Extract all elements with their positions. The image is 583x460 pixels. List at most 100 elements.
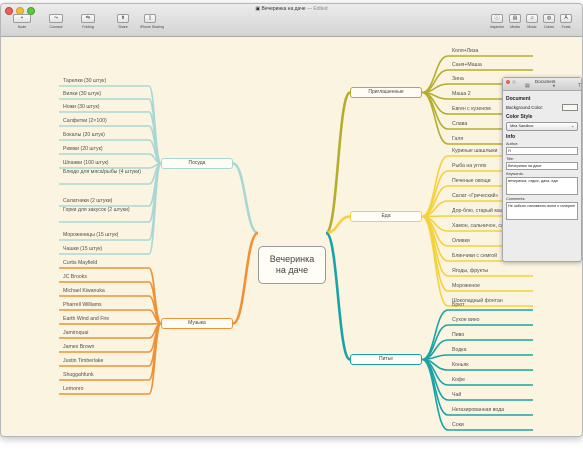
inspector-minimize-button[interactable]	[512, 80, 516, 84]
mindmap-canvas[interactable]: Посуда Тарелки (30 штук) Вилки (30 штук) Но…	[1, 36, 582, 436]
app-window: ▣ Вечеринка на даче — Edited + Node ⤳ Conne…	[0, 3, 583, 437]
connect-button[interactable]: ⤳ Connect	[45, 14, 67, 31]
topic-item[interactable]: Коля+Лиза	[452, 48, 478, 54]
folding-icon: ⇆	[81, 14, 95, 23]
share-icon: ⬆	[117, 14, 129, 23]
topic-item[interactable]: Pharrell Williams	[63, 302, 102, 308]
keywords-field[interactable]: вечеринка, отдых, дача, еда	[506, 177, 578, 195]
central-topic[interactable]: Вечеринка на даче	[258, 246, 326, 284]
topic-item[interactable]: Коньяк	[452, 362, 469, 368]
folding-button[interactable]: ⇆ Folding	[77, 14, 99, 31]
style-tab-icon[interactable]: ●	[552, 83, 555, 89]
branch-link	[232, 231, 259, 325]
branch-topic[interactable]: Еда	[350, 211, 422, 222]
share-button[interactable]: ⬆ Share	[113, 14, 133, 31]
topic-item[interactable]: Шпажки (100 штук)	[63, 160, 109, 166]
iphone-sharing-button-label: iPhone Sharing	[140, 25, 164, 29]
topic-item[interactable]: Маша 2	[452, 91, 471, 97]
topic-item[interactable]: Саня+Маша	[452, 62, 482, 68]
branch-link	[232, 162, 259, 235]
topic-item[interactable]: Тарелки (30 штук)	[63, 78, 106, 84]
music-icon: ♫	[526, 14, 538, 23]
add-node-icon: +	[13, 14, 31, 23]
topic-item[interactable]: Куриные шашлыки	[452, 148, 497, 154]
topic-item[interactable]: Брют	[452, 302, 464, 308]
topic-item[interactable]: Чай	[452, 392, 461, 398]
comments-field[interactable]: Не забыть напомнить всем о галерее!	[506, 202, 578, 220]
topic-item[interactable]: Галя	[452, 136, 463, 142]
topic-item[interactable]: Блюдо для мяса/рыбы (4 штуки)	[63, 169, 145, 176]
topic-item[interactable]: Соки	[452, 422, 464, 428]
color-style-heading: Color Style	[506, 114, 533, 120]
media-icon: ▤	[509, 14, 521, 23]
topic-item[interactable]: Ножи (30 штук)	[63, 104, 100, 110]
item-link	[421, 309, 449, 361]
topic-item[interactable]: Ягоды, фрукты	[452, 268, 488, 274]
item-link	[421, 358, 449, 416]
topic-item[interactable]: Earth Wind and Fire	[63, 316, 109, 322]
connect-button-label: Connect	[49, 25, 63, 29]
color-style-value: Mea Sandbox	[510, 124, 534, 128]
topic-item[interactable]: Рюмки (20 штук)	[63, 146, 103, 152]
branch-topic[interactable]: Приглашенные	[350, 87, 422, 98]
color-style-popup[interactable]: Mea Sandbox ⌄	[506, 122, 578, 131]
inspector-titlebar: Document ▤ ● T	[503, 78, 581, 91]
section-document-heading: Document	[506, 96, 531, 102]
topic-item[interactable]: Пиво	[452, 332, 464, 338]
topic-item[interactable]: Curtis Mayfield	[63, 260, 97, 266]
topic-item[interactable]: Салат «Греческий»	[452, 193, 498, 199]
item-link	[421, 91, 449, 145]
branch-topic[interactable]: Посуда	[161, 158, 233, 169]
topic-item[interactable]: Печеные овощи	[452, 178, 491, 184]
branch-link	[324, 91, 352, 235]
item-link	[421, 324, 449, 361]
topic-item[interactable]: Рыба на углях	[452, 163, 486, 169]
folding-button-label: Folding	[82, 25, 94, 29]
inspector-button[interactable]: ⓘ Inspector	[487, 14, 507, 31]
topic-item[interactable]: Сухое вино	[452, 317, 480, 323]
topic-item[interactable]: Lemonro	[63, 386, 83, 392]
add-node-button[interactable]: + Node	[9, 14, 35, 31]
topic-item[interactable]: JC Brooks	[63, 274, 87, 280]
topic-item[interactable]: Негазированная вода	[452, 407, 504, 413]
branch-topic[interactable]: Музыка	[161, 318, 233, 329]
topic-item[interactable]: Салфетки (2×100)	[63, 118, 107, 124]
topic-item[interactable]: Чашки (15 штук)	[63, 246, 102, 252]
document-tab-icon[interactable]: ▤	[525, 83, 530, 89]
topic-item[interactable]: Водка	[452, 347, 467, 353]
topic-item[interactable]: Justin Timberlake	[63, 358, 103, 364]
topic-item[interactable]: Салатники (2 штуки)	[63, 198, 112, 204]
topic-item[interactable]: Блинчики с семгой	[452, 253, 497, 259]
topic-item[interactable]: Горки для закусок (2 штуки)	[63, 207, 145, 214]
background-color-well[interactable]	[562, 104, 578, 111]
topic-item[interactable]: Оливки	[452, 238, 470, 244]
topic-item[interactable]: Jamiroquai	[63, 330, 88, 336]
text-tab-icon[interactable]: T	[578, 83, 581, 89]
info-heading: Info	[506, 134, 516, 140]
title-field[interactable]: Вечеринка на даче	[506, 162, 578, 170]
topic-item[interactable]: Зина	[452, 76, 464, 82]
topic-item[interactable]: Вилки (30 штук)	[63, 91, 101, 97]
topic-item[interactable]: Shuggahfunk	[63, 372, 94, 378]
author-label: Author:	[506, 142, 519, 146]
fonts-button-label: Fonts	[561, 25, 571, 29]
iphone-sharing-icon: ▯	[144, 14, 156, 23]
topic-item[interactable]: Евген с кузеном	[452, 106, 491, 112]
item-link	[421, 215, 449, 292]
fonts-icon: A	[560, 14, 572, 23]
topic-item[interactable]: Бокалы (20 штук)	[63, 132, 105, 138]
topic-item[interactable]: Мороженицы (15 штук)	[63, 232, 118, 238]
topic-item[interactable]: Мороженое	[452, 283, 480, 289]
branch-topic[interactable]: Питье	[350, 354, 422, 365]
author-field[interactable]: Я	[506, 147, 578, 155]
inspector-icon: ⓘ	[491, 14, 503, 23]
share-button-label: Share	[118, 25, 128, 29]
topic-item[interactable]: Michael Kiwanuka	[63, 288, 105, 294]
topic-item[interactable]: Кофе	[452, 377, 465, 383]
inspector-close-button[interactable]	[506, 80, 510, 84]
add-node-button-label: Node	[17, 25, 27, 29]
iphone-sharing-button[interactable]: ▯ iPhone Sharing	[140, 14, 164, 31]
topic-item[interactable]: James Brown	[63, 344, 94, 350]
fonts-button[interactable]: A Fonts	[556, 14, 576, 31]
topic-item[interactable]: Слава	[452, 121, 467, 127]
